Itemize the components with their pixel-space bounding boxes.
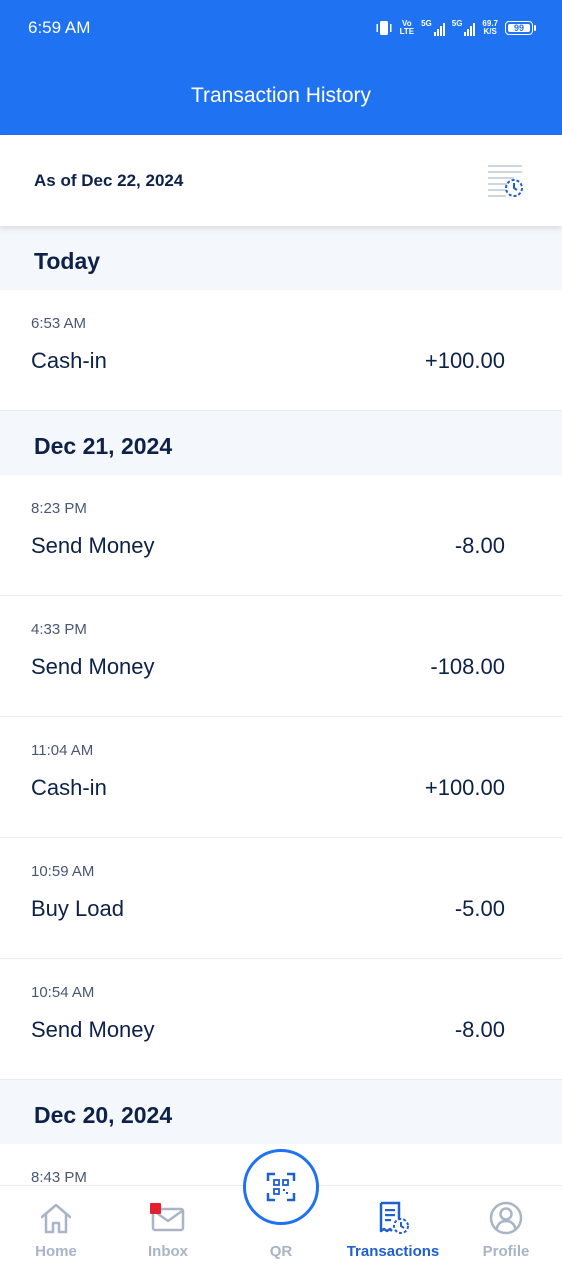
nav-label: QR (269, 1243, 293, 1260)
nav-transactions[interactable]: Transactions (337, 1186, 449, 1281)
transaction-row[interactable]: 4:33 PM Send Money -108.00 (0, 596, 562, 717)
signal-1: 5G (421, 20, 445, 36)
receipt-clock-icon (379, 1201, 409, 1234)
status-icons: Vo LTE 5G 5G 69.7 K/S 99 (375, 16, 536, 40)
transaction-time: 10:54 AM (31, 984, 95, 1001)
section-header: Dec 20, 2024 (0, 1080, 562, 1144)
transaction-time: 6:53 AM (31, 315, 87, 332)
vibrate-icon (376, 21, 392, 35)
transaction-amount: -5.00 (454, 896, 505, 921)
transaction-time: 4:33 PM (31, 621, 87, 638)
as-of-bar: As of Dec 22, 2024 (0, 135, 562, 226)
section-label: Dec 20, 2024 (34, 1102, 173, 1128)
section-header: Today (0, 226, 562, 290)
nav-label: Inbox (148, 1243, 188, 1260)
transaction-amount: -108.00 (430, 654, 505, 679)
transaction-time: 10:59 AM (31, 863, 95, 880)
network-speed: 69.7 K/S (482, 19, 498, 36)
nav-home[interactable]: Home (0, 1186, 112, 1281)
transaction-type: Send Money (31, 654, 155, 679)
status-time: 6:59 AM (28, 18, 91, 37)
transaction-time: 8:23 PM (31, 500, 87, 517)
transaction-amount: +100.00 (424, 348, 505, 373)
inbox-badge (150, 1203, 161, 1214)
transaction-amount: +100.00 (424, 775, 505, 800)
transaction-row[interactable]: 8:23 PM Send Money -8.00 (0, 475, 562, 596)
transaction-time: 8:43 PM (31, 1169, 87, 1186)
history-filter-icon (488, 165, 523, 197)
page-title: Transaction History (190, 84, 372, 107)
section-header: Dec 21, 2024 (0, 411, 562, 475)
section-label: Dec 21, 2024 (34, 433, 173, 459)
qr-scan-icon (266, 1172, 296, 1202)
transaction-row[interactable]: 10:59 AM Buy Load -5.00 (0, 838, 562, 959)
transaction-list: Today 6:53 AM Cash-in +100.00 Dec 21, 20… (0, 226, 562, 1265)
section-label: Today (34, 248, 101, 274)
nav-label: Home (35, 1243, 77, 1260)
transaction-type: Send Money (31, 533, 155, 558)
transaction-row[interactable]: 10:54 AM Send Money -8.00 (0, 959, 562, 1080)
signal-2: 5G (452, 20, 476, 36)
qr-scan-button[interactable] (243, 1149, 319, 1225)
transaction-row[interactable]: 6:53 AM Cash-in +100.00 (0, 290, 562, 411)
home-icon (40, 1203, 72, 1234)
nav-profile[interactable]: Profile (450, 1186, 562, 1281)
as-of-date: As of Dec 22, 2024 (34, 171, 184, 190)
transaction-time: 11:04 AM (31, 742, 94, 759)
transaction-type: Send Money (31, 1017, 155, 1042)
transaction-type: Buy Load (31, 896, 124, 921)
battery-indicator: 99 (505, 21, 536, 35)
status-bar: 6:59 AM Vo LTE 5G 5G 69.7 K/S 99 (0, 0, 562, 56)
transaction-type: Cash-in (31, 348, 107, 373)
mail-icon (150, 1203, 185, 1232)
battery-level: 99 (513, 23, 524, 33)
nav-label: Profile (482, 1243, 530, 1260)
transaction-row[interactable]: 11:04 AM Cash-in +100.00 (0, 717, 562, 838)
signal-bars-icon (433, 20, 445, 36)
volte-indicator: Vo LTE (399, 19, 415, 36)
transaction-amount: -8.00 (454, 533, 505, 558)
nav-label: Transactions (346, 1243, 440, 1260)
transaction-amount: -8.00 (454, 1017, 505, 1042)
nav-inbox[interactable]: Inbox (112, 1186, 224, 1281)
user-circle-icon (489, 1201, 523, 1235)
transaction-type: Cash-in (31, 775, 107, 800)
signal-bars-icon (464, 20, 476, 36)
history-filter-button[interactable] (486, 162, 526, 202)
app-header: 6:59 AM Vo LTE 5G 5G 69.7 K/S 99 Transac… (0, 0, 562, 135)
